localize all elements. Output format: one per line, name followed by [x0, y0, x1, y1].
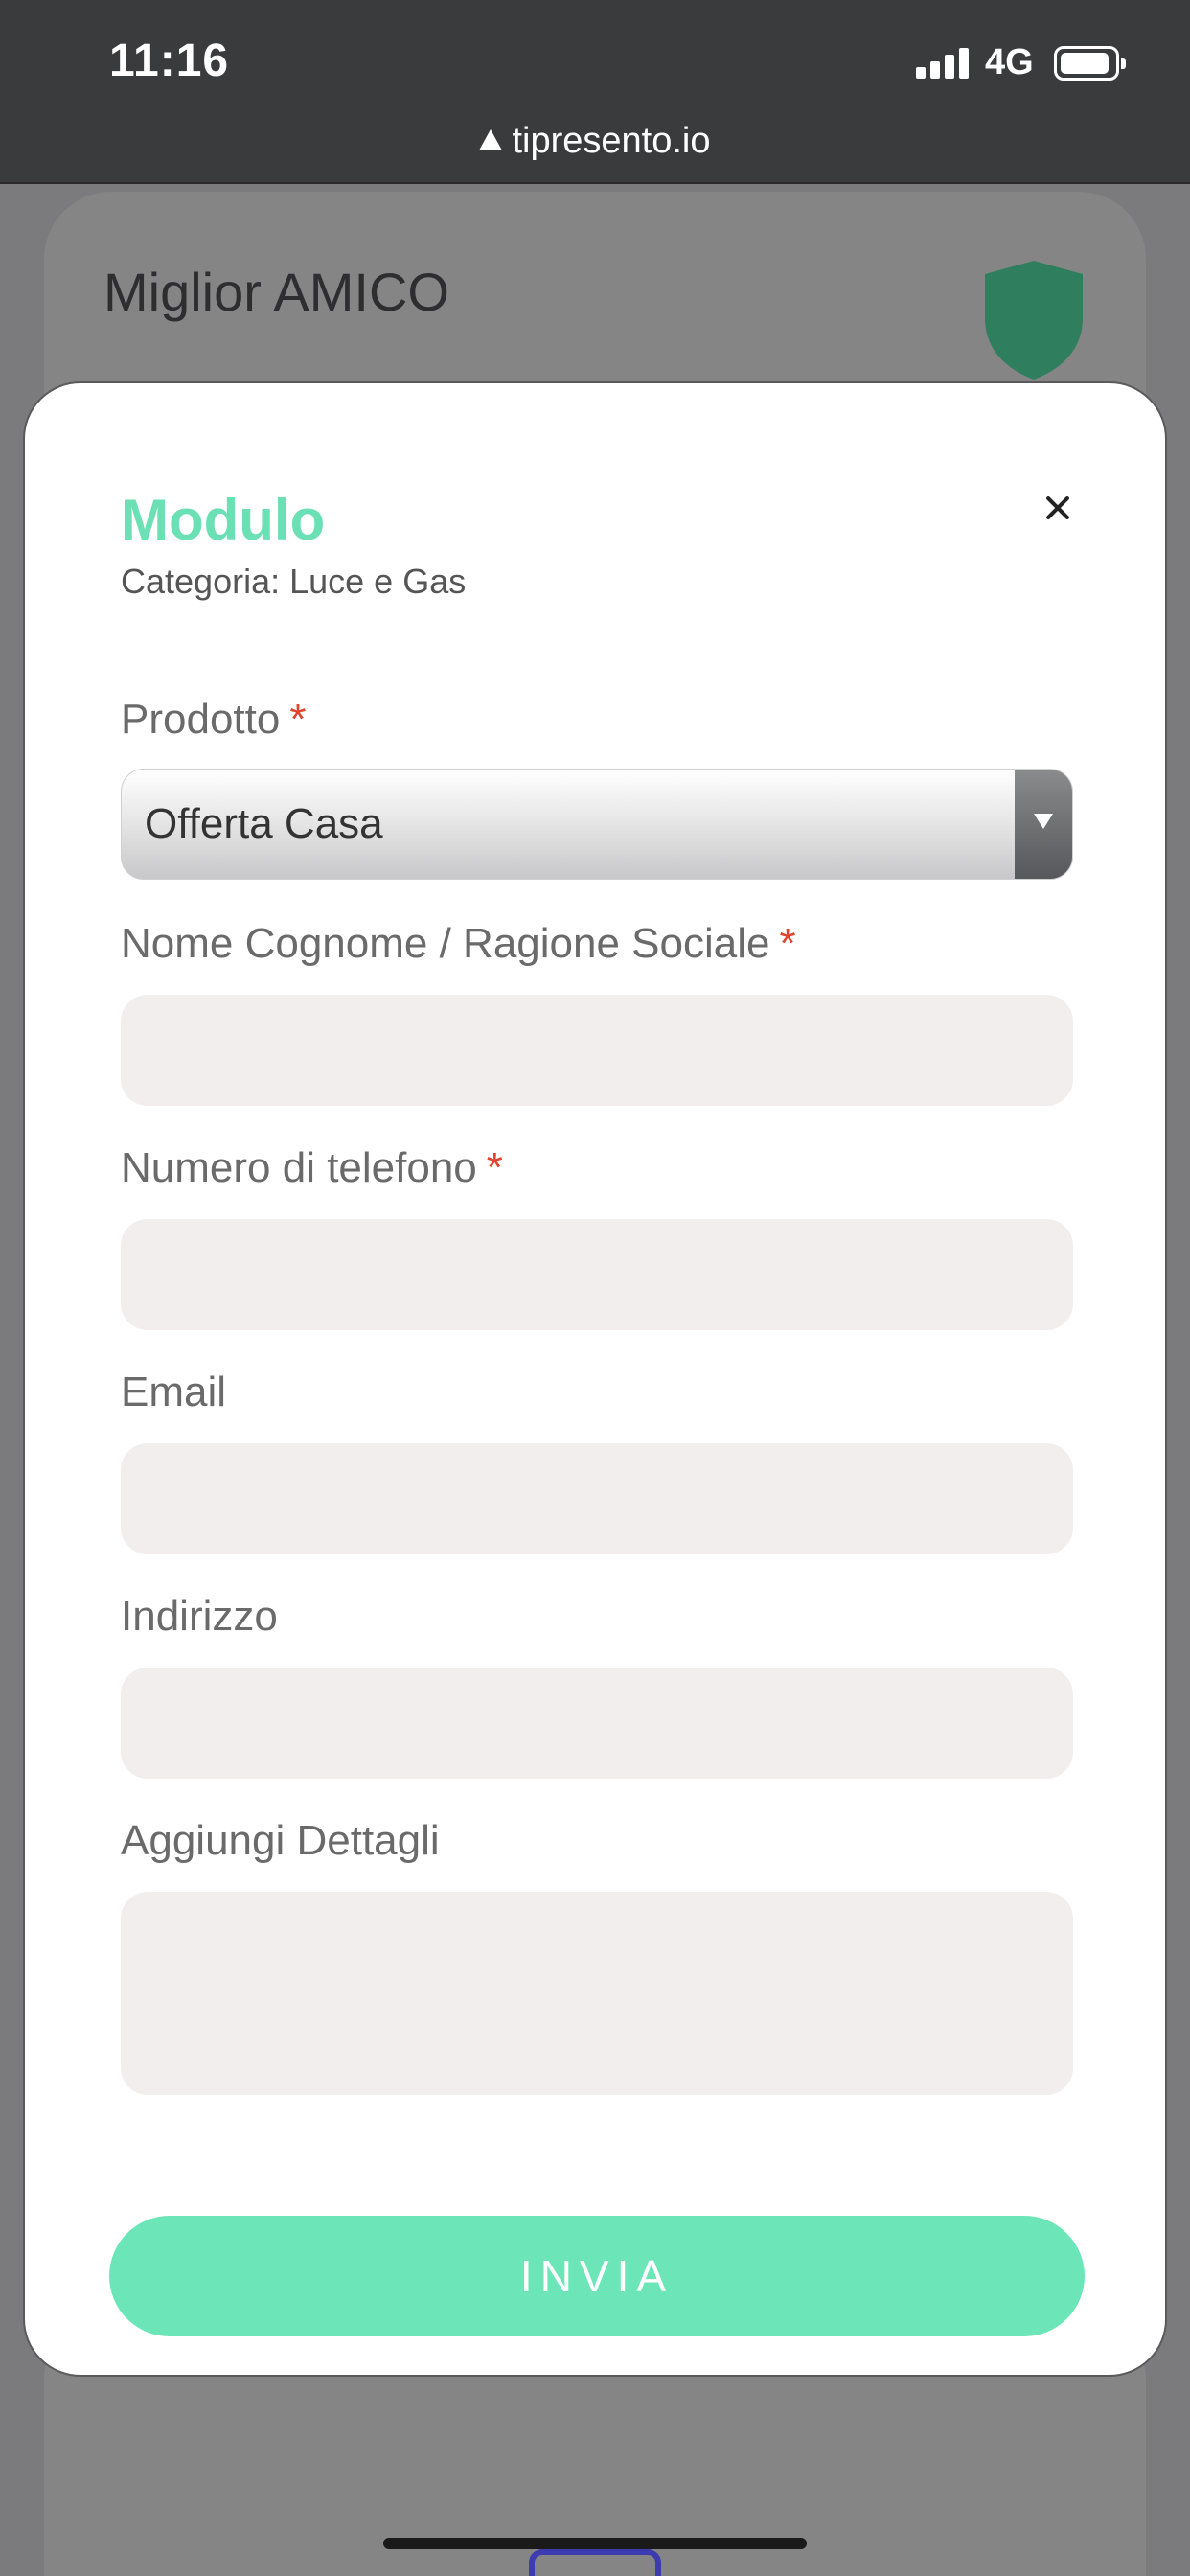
telefono-input[interactable]	[121, 1219, 1073, 1330]
network-type: 4G	[985, 42, 1034, 82]
dettagli-textarea[interactable]	[121, 1892, 1073, 2095]
chevron-down-icon[interactable]	[1015, 770, 1072, 879]
url-bar[interactable]: tipresento.io	[0, 121, 1190, 162]
indirizzo-label: Indirizzo	[121, 1593, 278, 1640]
nome-label-text: Nome Cognome / Ragione Sociale	[121, 920, 770, 967]
prodotto-label: Prodotto *	[121, 696, 306, 744]
prodotto-selected-value: Offerta Casa	[145, 800, 383, 847]
email-label: Email	[121, 1368, 227, 1415]
nome-label: Nome Cognome / Ragione Sociale *	[121, 920, 796, 968]
signal-icon	[916, 48, 970, 79]
indirizzo-input[interactable]	[121, 1668, 1073, 1779]
prodotto-select[interactable]: Offerta Casa	[121, 769, 1073, 880]
dettagli-label: Aggiungi Dettagli	[121, 1817, 440, 1864]
telefono-label: Numero di telefono *	[121, 1144, 503, 1192]
prodotto-label-text: Prodotto	[121, 696, 281, 743]
required-mark: *	[779, 920, 796, 967]
screen: 11:16 4G tipresento.io Miglior AMICO Mod…	[0, 0, 1190, 2576]
required-mark: *	[289, 696, 307, 743]
modal-title: Modulo	[121, 488, 326, 552]
telefono-label-text: Numero di telefono	[121, 1144, 477, 1191]
shield-icon	[985, 261, 1083, 380]
modal-subtitle: Categoria: Luce e Gas	[121, 562, 467, 601]
status-time: 11:16	[109, 35, 230, 86]
email-input[interactable]	[121, 1443, 1073, 1554]
form-modal: Modulo Categoria: Luce e Gas Prodotto * O…	[23, 381, 1167, 2377]
battery-icon	[1054, 46, 1126, 80]
bottom-tab-indicator	[529, 2549, 661, 2576]
warning-icon	[479, 129, 503, 150]
nome-input[interactable]	[121, 995, 1073, 1106]
submit-button[interactable]: INVIA	[109, 2216, 1085, 2336]
url-text: tipresento.io	[512, 121, 711, 161]
background-card-title: Miglior AMICO	[103, 262, 449, 322]
status-bar: 11:16 4G tipresento.io	[0, 0, 1190, 184]
close-icon[interactable]	[1037, 487, 1079, 529]
home-indicator	[383, 2538, 807, 2549]
required-mark: *	[486, 1144, 503, 1191]
